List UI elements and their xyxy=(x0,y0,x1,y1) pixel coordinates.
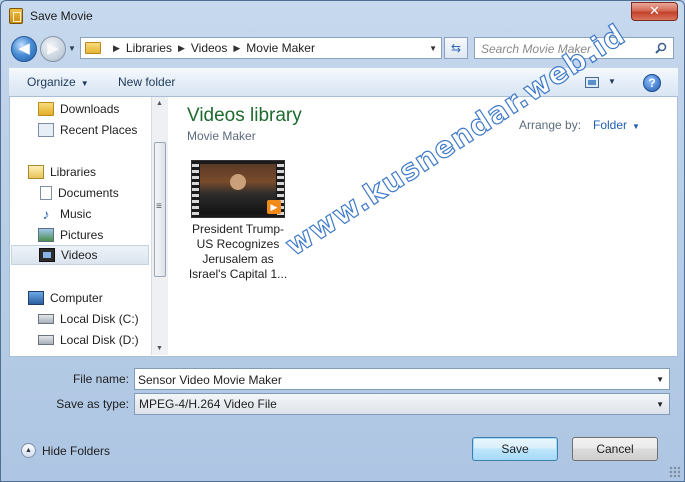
disk-icon xyxy=(38,335,54,345)
navigation-pane: Downloads Recent Places Libraries Docume… xyxy=(10,97,151,355)
music-icon: ♪ xyxy=(42,206,50,222)
new-folder-button[interactable]: New folder xyxy=(118,75,175,89)
sidebar-item-label: Downloads xyxy=(60,102,120,116)
file-name-combobox[interactable]: ▼ xyxy=(134,368,670,390)
sidebar-item-label: Libraries xyxy=(50,165,97,179)
save-type-value: MPEG-4/H.264 Video File xyxy=(139,397,277,411)
documents-icon xyxy=(40,186,52,200)
chevron-down-icon[interactable]: ▼ xyxy=(656,400,664,409)
arrange-by-label: Arrange by: xyxy=(519,118,582,132)
back-button[interactable]: ◀ xyxy=(11,36,37,62)
arrange-by-dropdown[interactable]: Folder ▼ xyxy=(593,118,640,132)
file-name-label: President Trump-US Recognizes Jerusalem … xyxy=(188,222,288,281)
chevron-up-icon: ▲ xyxy=(21,443,36,458)
window-title: Save Movie xyxy=(30,9,93,23)
organize-menu[interactable]: Organize ▼ xyxy=(27,75,89,89)
chevron-right-icon[interactable]: ▶ xyxy=(233,43,240,54)
chevron-down-icon[interactable]: ▼ xyxy=(656,375,664,384)
file-item[interactable]: ▶ President Trump-US Recognizes Jerusale… xyxy=(186,160,290,282)
film-strip-icon xyxy=(192,161,199,217)
arrange-by-value: Folder xyxy=(593,118,628,132)
folder-icon xyxy=(85,42,101,54)
scroll-down-icon[interactable]: ▼ xyxy=(156,345,163,352)
save-movie-dialog: Save Movie ✕ ◀ ▶ ▼ ▶ Libraries ▶ Videos … xyxy=(0,0,685,482)
title-bar: Save Movie ✕ xyxy=(1,1,684,31)
sidebar-item-downloads[interactable]: Downloads xyxy=(38,99,151,119)
hide-folders-toggle[interactable]: ▲ Hide Folders xyxy=(21,443,110,458)
close-button[interactable]: ✕ xyxy=(631,2,678,21)
navigation-scrollbar[interactable]: ▲ ▼ xyxy=(151,97,168,355)
save-button[interactable]: Save xyxy=(472,437,558,461)
chevron-down-icon[interactable]: ▼ xyxy=(429,44,437,53)
chevron-right-icon[interactable]: ▶ xyxy=(178,43,185,54)
chevron-down-icon: ▼ xyxy=(632,122,640,131)
file-name-input[interactable] xyxy=(138,372,643,387)
computer-icon xyxy=(28,291,44,305)
save-type-label: Save as type: xyxy=(56,397,129,411)
help-icon[interactable]: ? xyxy=(643,74,661,92)
library-subtitle: Movie Maker xyxy=(187,129,256,143)
recent-places-icon xyxy=(38,123,54,137)
videos-icon xyxy=(39,248,55,262)
library-title: Videos library xyxy=(187,105,302,126)
video-thumbnail: ▶ xyxy=(191,160,285,218)
refresh-button[interactable]: ⇆ xyxy=(444,37,468,59)
chevron-right-icon[interactable]: ▶ xyxy=(113,43,120,54)
chevron-down-icon[interactable]: ▼ xyxy=(608,77,616,86)
file-name-row: File name: ▼ xyxy=(1,368,684,390)
sidebar-item-music[interactable]: ♪ Music xyxy=(38,204,151,224)
chevron-down-icon: ▼ xyxy=(80,79,89,88)
pictures-icon xyxy=(38,228,54,242)
sidebar-item-local-disk-c[interactable]: Local Disk (C:) xyxy=(38,309,151,329)
sidebar-item-label: Local Disk (C:) xyxy=(60,312,139,326)
thumbnail-image xyxy=(200,164,276,214)
sidebar-item-label: Computer xyxy=(50,291,103,305)
file-name-label: File name: xyxy=(72,372,129,386)
sidebar-item-label: Videos xyxy=(61,248,98,262)
sidebar-item-label: Music xyxy=(60,207,92,221)
sidebar-item-label: Recent Places xyxy=(60,123,138,137)
sidebar-item-documents[interactable]: Documents xyxy=(38,183,151,203)
breadcrumb-libraries[interactable]: Libraries xyxy=(126,41,172,55)
forward-button[interactable]: ▶ xyxy=(40,36,66,62)
sidebar-item-recent-places[interactable]: Recent Places xyxy=(38,120,151,140)
play-icon: ▶ xyxy=(267,200,281,214)
app-icon xyxy=(9,8,23,24)
hide-folders-label: Hide Folders xyxy=(42,443,111,458)
search-icon[interactable] xyxy=(655,42,667,54)
sidebar-item-label: Local Disk (D:) xyxy=(60,333,139,347)
folder-icon xyxy=(38,102,54,116)
save-type-select[interactable]: MPEG-4/H.264 Video File ▼ xyxy=(134,393,670,415)
sidebar-item-label: Documents xyxy=(58,186,119,200)
sidebar-item-pictures[interactable]: Pictures xyxy=(38,225,151,245)
sidebar-item-computer[interactable]: Computer xyxy=(28,288,151,308)
sidebar-item-libraries[interactable]: Libraries xyxy=(28,162,151,182)
disk-icon xyxy=(38,314,54,324)
cancel-button[interactable]: Cancel xyxy=(572,437,658,461)
breadcrumb-videos[interactable]: Videos xyxy=(191,41,227,55)
sidebar-item-label: Pictures xyxy=(60,228,104,242)
recent-pages-dropdown[interactable]: ▼ xyxy=(68,44,78,54)
address-bar[interactable]: ▶ Libraries ▶ Videos ▶ Movie Maker ▼ xyxy=(80,37,442,59)
file-list-pane: Videos library Movie Maker Arrange by: F… xyxy=(169,97,677,355)
scroll-up-icon[interactable]: ▲ xyxy=(156,100,163,107)
breadcrumb-movie-maker[interactable]: Movie Maker xyxy=(246,41,315,55)
sidebar-item-local-disk-d[interactable]: Local Disk (D:) xyxy=(38,330,151,350)
save-type-row: Save as type: MPEG-4/H.264 Video File ▼ xyxy=(1,393,684,415)
scrollbar-thumb[interactable] xyxy=(154,142,166,277)
organize-label: Organize xyxy=(27,75,76,89)
sidebar-item-videos[interactable]: Videos xyxy=(11,245,149,265)
libraries-icon xyxy=(28,165,44,179)
view-options-icon[interactable] xyxy=(585,77,599,88)
resize-grip[interactable] xyxy=(669,466,681,478)
